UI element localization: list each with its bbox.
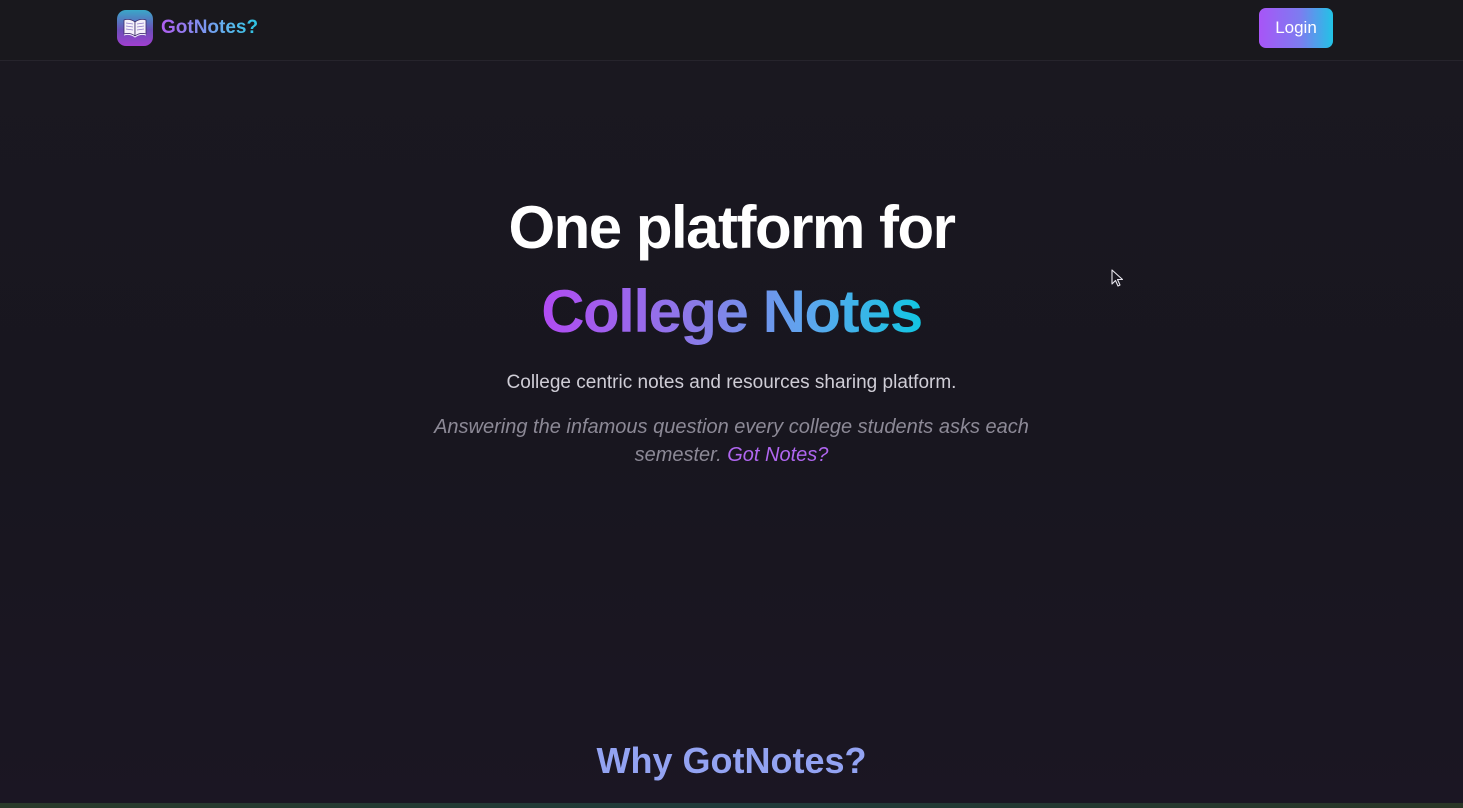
why-gotnotes-title: Why GotNotes?: [596, 740, 867, 781]
hero-heading-line2: College Notes: [0, 276, 1463, 348]
open-book-icon: [117, 10, 153, 46]
bottom-strip: [0, 803, 1463, 808]
navbar: GotNotes? Login: [0, 0, 1463, 61]
hero-subtitle: College centric notes and resources shar…: [506, 372, 957, 393]
mouse-cursor-icon: [1111, 269, 1125, 294]
hero-tagline: Answering the infamous question every co…: [0, 413, 1463, 469]
got-notes-link[interactable]: Got Notes?: [727, 444, 828, 466]
brand[interactable]: GotNotes?: [117, 10, 258, 46]
brand-name: GotNotes?: [161, 17, 259, 38]
hero-heading-highlight: College Notes: [541, 278, 923, 345]
login-button[interactable]: Login: [1259, 8, 1333, 48]
page: GotNotes? Login One platform for College…: [0, 0, 1463, 808]
hero-heading-line1: One platform for: [508, 194, 956, 261]
